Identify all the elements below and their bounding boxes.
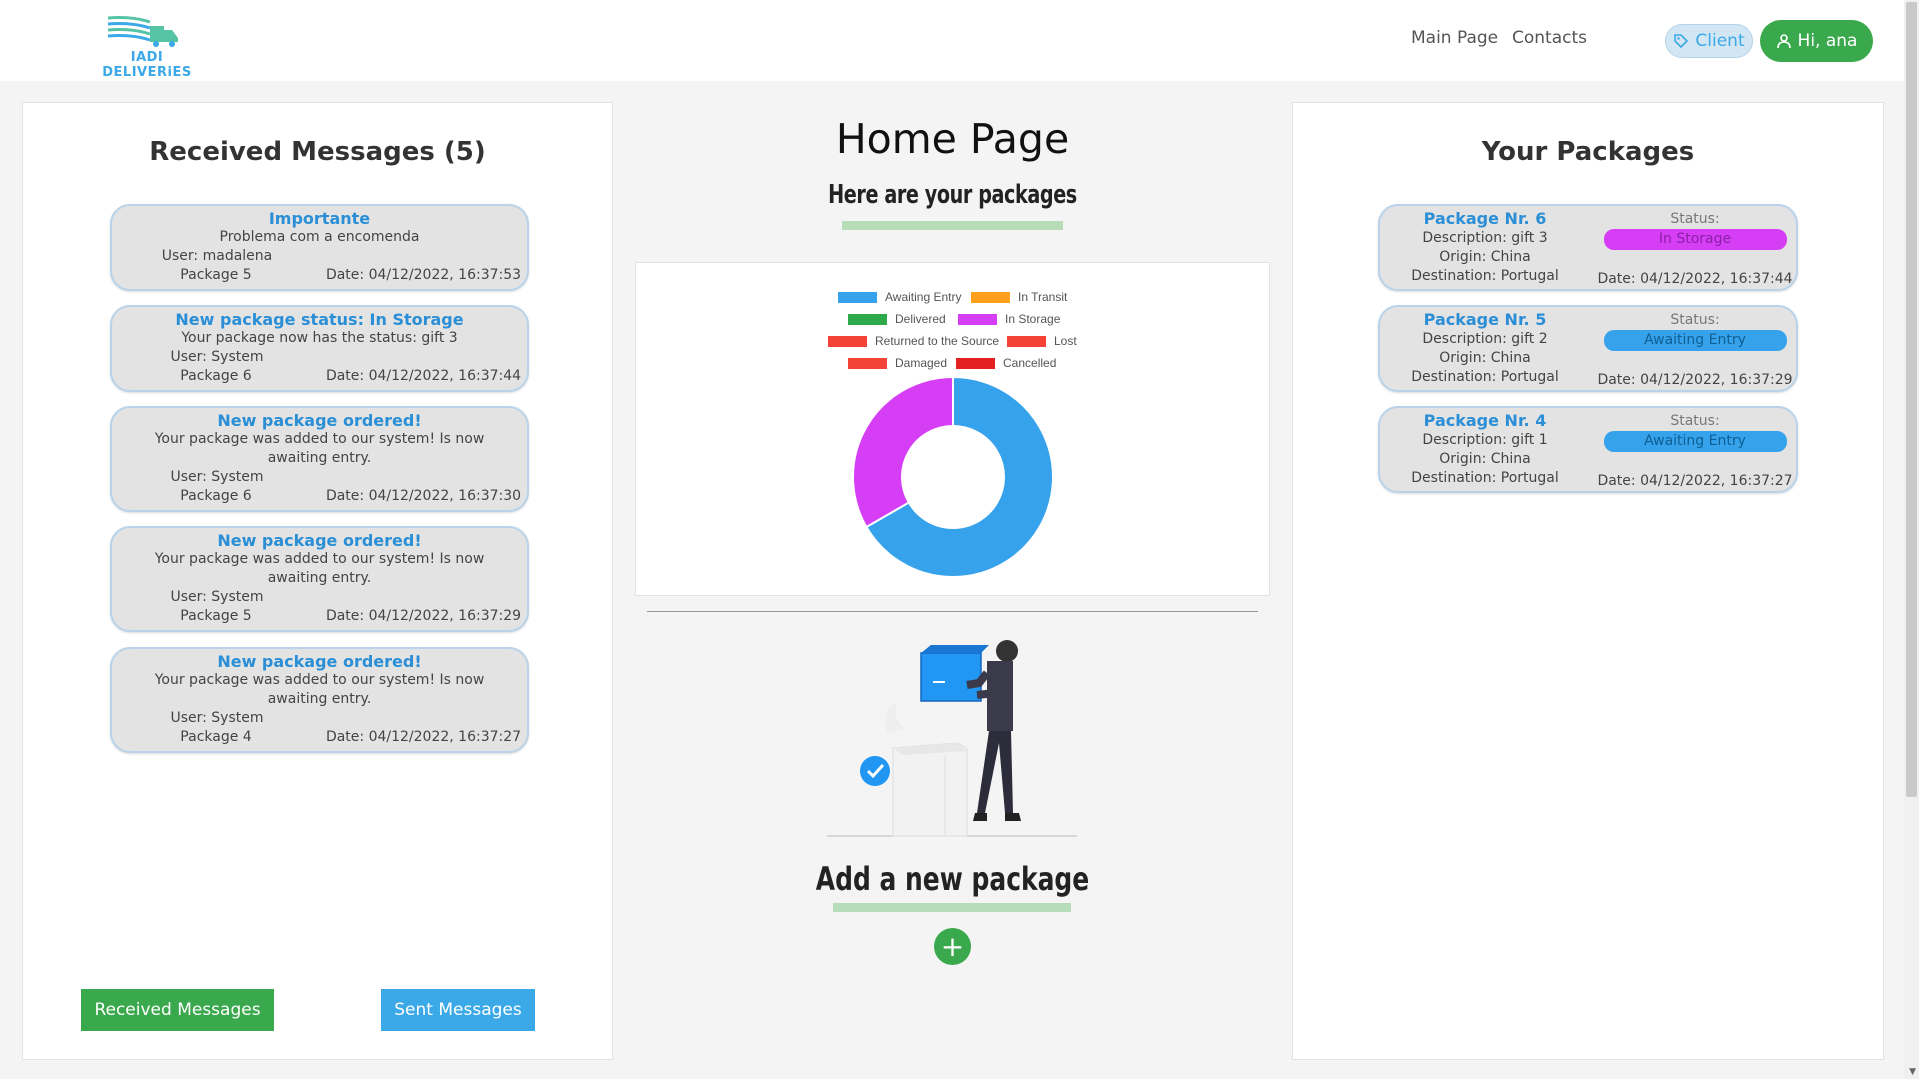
status-badge: Awaiting Entry	[1603, 431, 1787, 452]
delivery-woman-illustration	[827, 640, 1077, 837]
user-greeting: Hi, ana	[1797, 31, 1858, 51]
page-scrollbar[interactable]: ▼	[1904, 0, 1919, 1079]
package-origin: Origin: China	[1439, 451, 1531, 467]
message-body: Your package was added to our system! Is…	[154, 431, 485, 466]
package-title[interactable]: Package Nr. 6	[1380, 209, 1590, 229]
package-destination: Destination: Portugal	[1411, 369, 1559, 385]
message-title: New package ordered!	[217, 531, 422, 550]
logo-text: IADI DELIVERiES	[102, 50, 192, 80]
message-date: Date: 04/12/2022, 16:37:27	[325, 729, 522, 745]
status-label: Status:	[1670, 413, 1720, 429]
nav-main-page-link[interactable]: Main Page	[1411, 28, 1498, 48]
section-divider	[647, 611, 1258, 612]
package-origin: Origin: China	[1439, 350, 1531, 366]
message-date: Date: 04/12/2022, 16:37:30	[325, 488, 522, 504]
message-title: New package ordered!	[217, 652, 422, 671]
sent-messages-button[interactable]: Sent Messages	[381, 989, 535, 1031]
message-package: Package 5	[180, 267, 252, 283]
message-card[interactable]: New package ordered! Your package was ad…	[110, 647, 529, 753]
message-user: User: System	[170, 589, 264, 605]
package-title[interactable]: Package Nr. 4	[1380, 411, 1590, 431]
package-destination: Destination: Portugal	[1411, 470, 1559, 486]
message-body: Your package was added to our system! Is…	[154, 672, 485, 707]
message-package: Package 6	[180, 488, 252, 504]
packages-title: Your Packages	[1481, 137, 1695, 167]
add-package-title: Add a new package	[815, 860, 1090, 898]
message-body: Your package was added to our system! Is…	[154, 551, 485, 586]
page-title: Home Page	[835, 115, 1070, 163]
user-menu-button[interactable]: Hi, ana	[1760, 20, 1873, 62]
message-title: New package status: In Storage	[175, 310, 464, 329]
message-card[interactable]: New package status: In Storage Your pack…	[110, 305, 529, 392]
add-package-button[interactable]: +	[934, 928, 971, 965]
message-card[interactable]: New package ordered! Your package was ad…	[110, 526, 529, 632]
message-card[interactable]: Importante Problema com a encomenda User…	[110, 204, 529, 291]
packages-status-chart: Awaiting Entry In Transit Delivered In Stor…	[635, 262, 1270, 596]
status-label: Status:	[1670, 312, 1720, 328]
message-card[interactable]: New package ordered! Your package was ad…	[110, 406, 529, 512]
subtitle-underline	[842, 221, 1063, 230]
add-title-underline	[833, 903, 1071, 912]
message-package: Package 4	[180, 729, 252, 745]
donut-chart	[852, 375, 1054, 578]
received-messages-button[interactable]: Received Messages	[81, 989, 274, 1031]
message-body: Your package now has the status: gift 3	[181, 330, 458, 346]
message-title: New package ordered!	[217, 411, 422, 430]
package-card[interactable]: Package Nr. 4 Description: gift 1 Origin…	[1378, 406, 1798, 493]
package-title[interactable]: Package Nr. 5	[1380, 310, 1590, 330]
packages-subtitle: Here are your packages	[828, 180, 1077, 210]
package-card[interactable]: Package Nr. 5 Description: gift 2 Origin…	[1378, 305, 1798, 392]
package-description: Description: gift 1	[1422, 432, 1548, 448]
message-title: Importante	[268, 209, 371, 228]
status-badge: Awaiting Entry	[1603, 330, 1787, 351]
status-badge: In Storage	[1603, 229, 1787, 250]
package-date: Date: 04/12/2022, 16:37:29	[1597, 372, 1793, 388]
status-label: Status:	[1670, 211, 1720, 227]
package-description: Description: gift 3	[1422, 230, 1548, 246]
truck-logo-icon	[107, 16, 178, 47]
top-navbar: IADI DELIVERiES Main Page Contacts Clien…	[0, 0, 1904, 81]
received-messages-panel: Received Messages (5) Importante Problem…	[22, 102, 613, 1060]
tag-icon	[1674, 34, 1689, 49]
message-date: Date: 04/12/2022, 16:37:44	[325, 368, 522, 384]
message-date: Date: 04/12/2022, 16:37:29	[325, 608, 522, 624]
package-destination: Destination: Portugal	[1411, 268, 1559, 284]
message-body: Problema com a encomenda	[219, 229, 420, 245]
messages-title: Received Messages (5)	[149, 137, 486, 167]
nav-contacts-link[interactable]: Contacts	[1512, 28, 1587, 48]
message-user: User: System	[170, 469, 264, 485]
package-description: Description: gift 2	[1422, 331, 1548, 347]
app-logo[interactable]: IADI DELIVERiES	[102, 14, 192, 80]
message-package: Package 6	[180, 368, 252, 384]
user-icon	[1776, 34, 1791, 49]
scrollbar-thumb[interactable]	[1906, 2, 1917, 797]
package-origin: Origin: China	[1439, 249, 1531, 265]
message-user: User: System	[170, 349, 264, 365]
package-date: Date: 04/12/2022, 16:37:44	[1597, 271, 1793, 287]
scroll-down-icon[interactable]: ▼	[1909, 1067, 1916, 1077]
donut-slice-in-storage[interactable]	[852, 375, 954, 529]
message-user: User: System	[170, 710, 264, 726]
client-role-badge[interactable]: Client	[1665, 24, 1753, 58]
your-packages-panel: Your Packages Package Nr. 6 Description:…	[1292, 102, 1884, 1060]
message-user: User: madalena	[161, 248, 273, 264]
message-package: Package 5	[180, 608, 252, 624]
package-card[interactable]: Package Nr. 6 Description: gift 3 Origin…	[1378, 204, 1798, 291]
message-date: Date: 04/12/2022, 16:37:53	[325, 267, 522, 283]
package-date: Date: 04/12/2022, 16:37:27	[1597, 473, 1793, 489]
client-label: Client	[1695, 31, 1745, 51]
